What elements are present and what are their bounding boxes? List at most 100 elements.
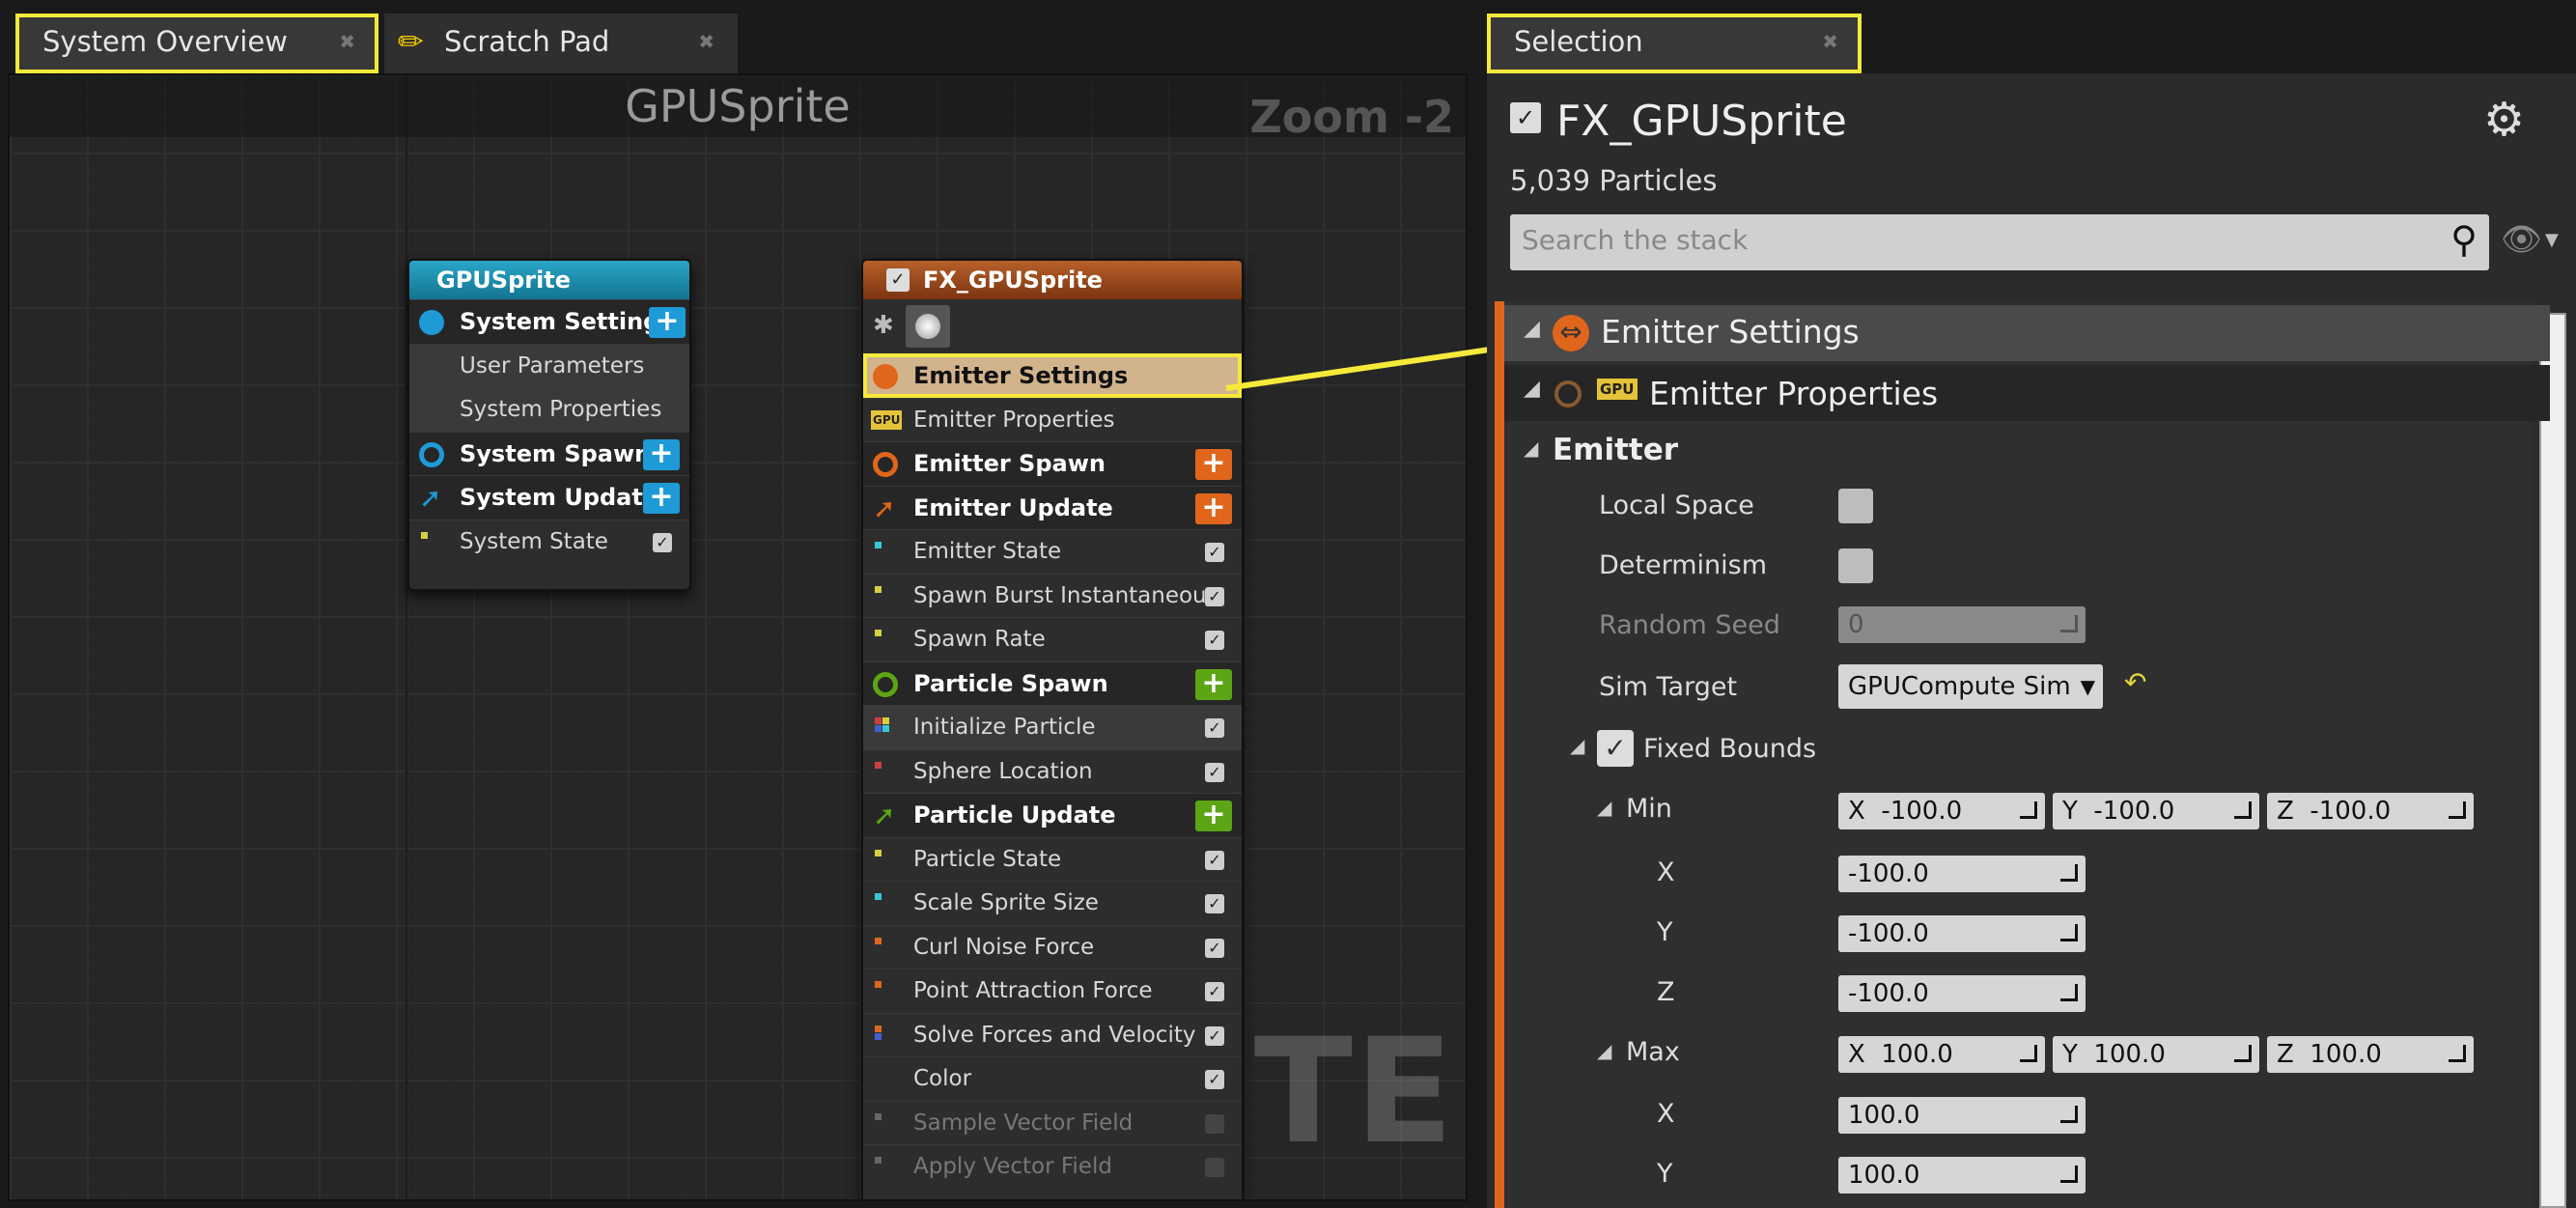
min-x-subfield[interactable]: -100.0 (1838, 856, 2086, 892)
random-seed-field[interactable]: 0 (1838, 606, 2086, 643)
pencil-icon: ✏ (398, 23, 424, 60)
emitter-enable-checkbox[interactable]: ✓ (886, 268, 910, 292)
tab-system-overview[interactable]: System Overview ✖ (15, 14, 378, 73)
enable-checkbox[interactable]: ✓ (1205, 586, 1224, 606)
enable-checkbox[interactable]: ✓ (1205, 938, 1224, 958)
particle-update-row[interactable]: ➚ Particle Update + (863, 793, 1242, 837)
particle-state-row[interactable]: Particle State ✓ (863, 836, 1242, 881)
system-update-row[interactable]: ➚ System Update + (409, 475, 689, 520)
emitter-state-row[interactable]: Emitter State ✓ (863, 529, 1242, 574)
gear-icon[interactable]: ⚙ (2483, 93, 2525, 147)
solve-forces-row[interactable]: Solve Forces and Velocity ✓ (863, 1012, 1242, 1056)
collapse-triangle-icon[interactable]: ◢ (1524, 317, 1540, 341)
min-z-subfield[interactable]: -100.0 (1838, 975, 2086, 1012)
add-module-button[interactable]: + (649, 307, 686, 338)
row-label: Emitter Spawn (913, 450, 1106, 477)
eye-icon[interactable]: 👁 (2501, 220, 2542, 259)
sim-target-dropdown[interactable]: GPUCompute Sim ▼ (1838, 664, 2103, 709)
min-y-field[interactable]: Y -100.0 (2053, 793, 2259, 829)
min-z-field[interactable]: Z -100.0 (2267, 793, 2474, 829)
collapse-triangle-icon[interactable]: ◢ (1597, 1039, 1611, 1062)
enable-checkbox[interactable]: ✓ (1205, 631, 1224, 650)
reset-to-default-icon[interactable]: ↶ (2124, 666, 2146, 698)
particle-spawn-row[interactable]: Particle Spawn + (863, 660, 1242, 705)
apply-vector-field-row[interactable]: Apply Vector Field (863, 1144, 1242, 1189)
enable-checkbox[interactable]: ✓ (1205, 850, 1224, 870)
emitter-properties-row[interactable]: GPU Emitter Properties (863, 397, 1242, 441)
fixed-bounds-checkbox[interactable]: ✓ (1597, 730, 1634, 767)
sphere-location-row[interactable]: Sphere Location ✓ (863, 748, 1242, 793)
determinism-checkbox[interactable] (1838, 548, 1873, 583)
color-row[interactable]: Color ✓ (863, 1056, 1242, 1101)
collapse-triangle-icon[interactable]: ◢ (1597, 796, 1611, 819)
curl-noise-force-row[interactable]: Curl Noise Force ✓ (863, 924, 1242, 969)
max-z-field[interactable]: Z 100.0 (2267, 1036, 2474, 1073)
min-x-value: -100.0 (1848, 859, 1929, 888)
min-label: Min (1626, 794, 1672, 824)
emitter-settings-row[interactable]: Emitter Settings (863, 353, 1242, 398)
add-module-button[interactable]: + (1195, 449, 1232, 480)
spawn-rate-row[interactable]: Spawn Rate ✓ (863, 617, 1242, 661)
system-properties-row[interactable]: System Properties (409, 387, 689, 432)
add-module-button[interactable]: + (643, 483, 680, 514)
point-attraction-force-row[interactable]: Point Attraction Force ✓ (863, 969, 1242, 1013)
collapse-triangle-icon[interactable]: ◢ (1524, 436, 1538, 460)
search-icon[interactable]: ⚲ (2450, 218, 2478, 261)
enable-checkbox[interactable]: ✓ (1205, 762, 1224, 782)
initialize-particle-row[interactable]: Initialize Particle ✓ (863, 705, 1242, 749)
emitter-enable-checkbox[interactable]: ✓ (1510, 102, 1541, 133)
row-label: Emitter State (913, 539, 1062, 564)
max-y-subfield[interactable]: 100.0 (1838, 1157, 2086, 1194)
module-color-dot (875, 761, 882, 769)
settings-icon (419, 310, 444, 335)
collapse-triangle-icon[interactable]: ◢ (1524, 377, 1540, 401)
sample-vector-field-row[interactable]: Sample Vector Field (863, 1100, 1242, 1144)
search-input[interactable]: Search the stack ⚲ (1510, 214, 2489, 270)
chevron-down-icon[interactable]: ▼ (2545, 230, 2559, 250)
spawn-icon (873, 452, 898, 477)
close-icon[interactable]: ✖ (339, 14, 355, 70)
max-x-subfield[interactable]: 100.0 (1838, 1097, 2086, 1134)
enable-checkbox[interactable] (1205, 1158, 1224, 1177)
enable-checkbox[interactable] (1205, 1113, 1224, 1134)
module-color-dot (875, 1157, 882, 1164)
min-y-subfield[interactable]: -100.0 (1838, 915, 2086, 952)
close-icon[interactable]: ✖ (1822, 14, 1838, 70)
emitter-node[interactable]: ✓ FX_GPUSprite ✱ Emitter Settings GPU Em… (861, 259, 1244, 1199)
add-module-button[interactable]: + (1195, 801, 1232, 831)
scale-sprite-size-row[interactable]: Scale Sprite Size ✓ (863, 881, 1242, 925)
close-icon[interactable]: ✖ (698, 14, 714, 70)
emitter-update-row[interactable]: ➚ Emitter Update + (863, 485, 1242, 529)
emitter-properties-header[interactable]: ◢ GPU Emitter Properties (1504, 365, 2550, 421)
emitter-settings-header[interactable]: ◢ ⇔ Emitter Settings (1504, 305, 2550, 361)
enable-checkbox[interactable]: ✓ (1205, 894, 1224, 913)
system-settings-row[interactable]: System Settings + (409, 299, 689, 344)
local-space-checkbox[interactable] (1838, 489, 1873, 523)
add-module-button[interactable]: + (643, 438, 680, 470)
enable-checkbox[interactable]: ✓ (1205, 1025, 1224, 1046)
system-node[interactable]: GPUSprite System Settings + User Paramet… (407, 259, 691, 591)
add-module-button[interactable]: + (1195, 492, 1232, 524)
enable-checkbox[interactable]: ✓ (1205, 1070, 1224, 1089)
min-x-field[interactable]: X -100.0 (1838, 793, 2045, 829)
system-spawn-row[interactable]: System Spawn + (409, 431, 689, 475)
tab-selection[interactable]: Selection ✖ (1487, 14, 1862, 73)
enable-checkbox[interactable]: ✓ (1205, 543, 1224, 562)
module-color-dot (875, 542, 882, 548)
system-graph[interactable]: GPUSprite Zoom -2 SYSTEM GPUSprite Syste… (8, 73, 1468, 1201)
emitter-group[interactable]: ◢ Emitter (1504, 427, 2550, 475)
collapse-triangle-icon[interactable]: ◢ (1570, 734, 1584, 757)
max-y-field[interactable]: Y 100.0 (2053, 1036, 2259, 1073)
emitter-spawn-row[interactable]: Emitter Spawn + (863, 441, 1242, 486)
enable-checkbox[interactable]: ✓ (1205, 982, 1224, 1001)
add-module-button[interactable]: + (1195, 668, 1232, 700)
system-state-row[interactable]: System State ✓ (409, 519, 689, 563)
spawn-burst-row[interactable]: Spawn Burst Instantaneous ✓ (863, 573, 1242, 617)
pin-icon[interactable]: ✱ (873, 311, 894, 340)
tab-scratch-pad[interactable]: ✏ Scratch Pad ✖ (384, 14, 738, 73)
user-parameters-row[interactable]: User Parameters (409, 343, 689, 387)
enable-checkbox[interactable]: ✓ (653, 532, 672, 552)
max-x-field[interactable]: X 100.0 (1838, 1036, 2045, 1073)
enable-checkbox[interactable]: ✓ (1205, 718, 1224, 738)
selection-panel: ✓ FX_GPUSprite ⚙ 5,039 Particles Search … (1487, 73, 2576, 1208)
